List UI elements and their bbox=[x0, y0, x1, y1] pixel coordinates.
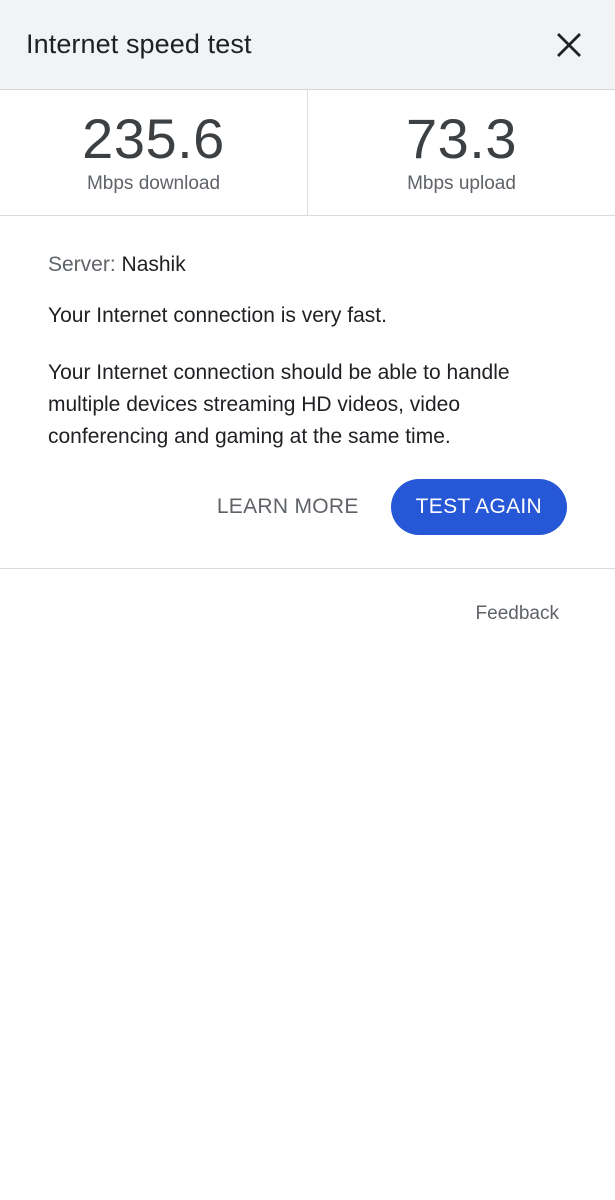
speed-description: Your Internet connection should be able … bbox=[48, 361, 510, 448]
speed-test-panel: Internet speed test 235.6 Mbps download … bbox=[0, 0, 615, 1200]
feedback-link[interactable]: Feedback bbox=[476, 603, 559, 625]
test-again-button[interactable]: TEST AGAIN bbox=[390, 479, 567, 535]
result-details: Server: Nashik Your Internet connection … bbox=[0, 216, 615, 569]
server-info: Server: Nashik bbox=[48, 253, 567, 277]
close-button[interactable] bbox=[547, 23, 591, 67]
page-title: Internet speed test bbox=[26, 29, 252, 59]
upload-label: Mbps upload bbox=[407, 172, 516, 194]
upload-value: 73.3 bbox=[406, 106, 517, 170]
download-label: Mbps download bbox=[86, 172, 221, 194]
speed-results: 235.6 Mbps download 73.3 Mbps upload bbox=[0, 90, 615, 216]
header: Internet speed test bbox=[0, 0, 615, 90]
feedback-row: Feedback bbox=[0, 569, 615, 625]
action-buttons: LEARN MORE TEST AGAIN bbox=[48, 479, 567, 535]
learn-more-button[interactable]: LEARN MORE bbox=[217, 495, 359, 519]
server-label: Server: bbox=[48, 253, 116, 276]
close-icon bbox=[557, 32, 581, 57]
download-value: 235.6 bbox=[82, 106, 225, 170]
server-name: Nashik bbox=[121, 253, 186, 276]
speed-summary: Your Internet connection is very fast. bbox=[48, 304, 387, 327]
download-stat: 235.6 Mbps download bbox=[0, 90, 307, 215]
upload-stat: 73.3 Mbps upload bbox=[307, 90, 615, 215]
